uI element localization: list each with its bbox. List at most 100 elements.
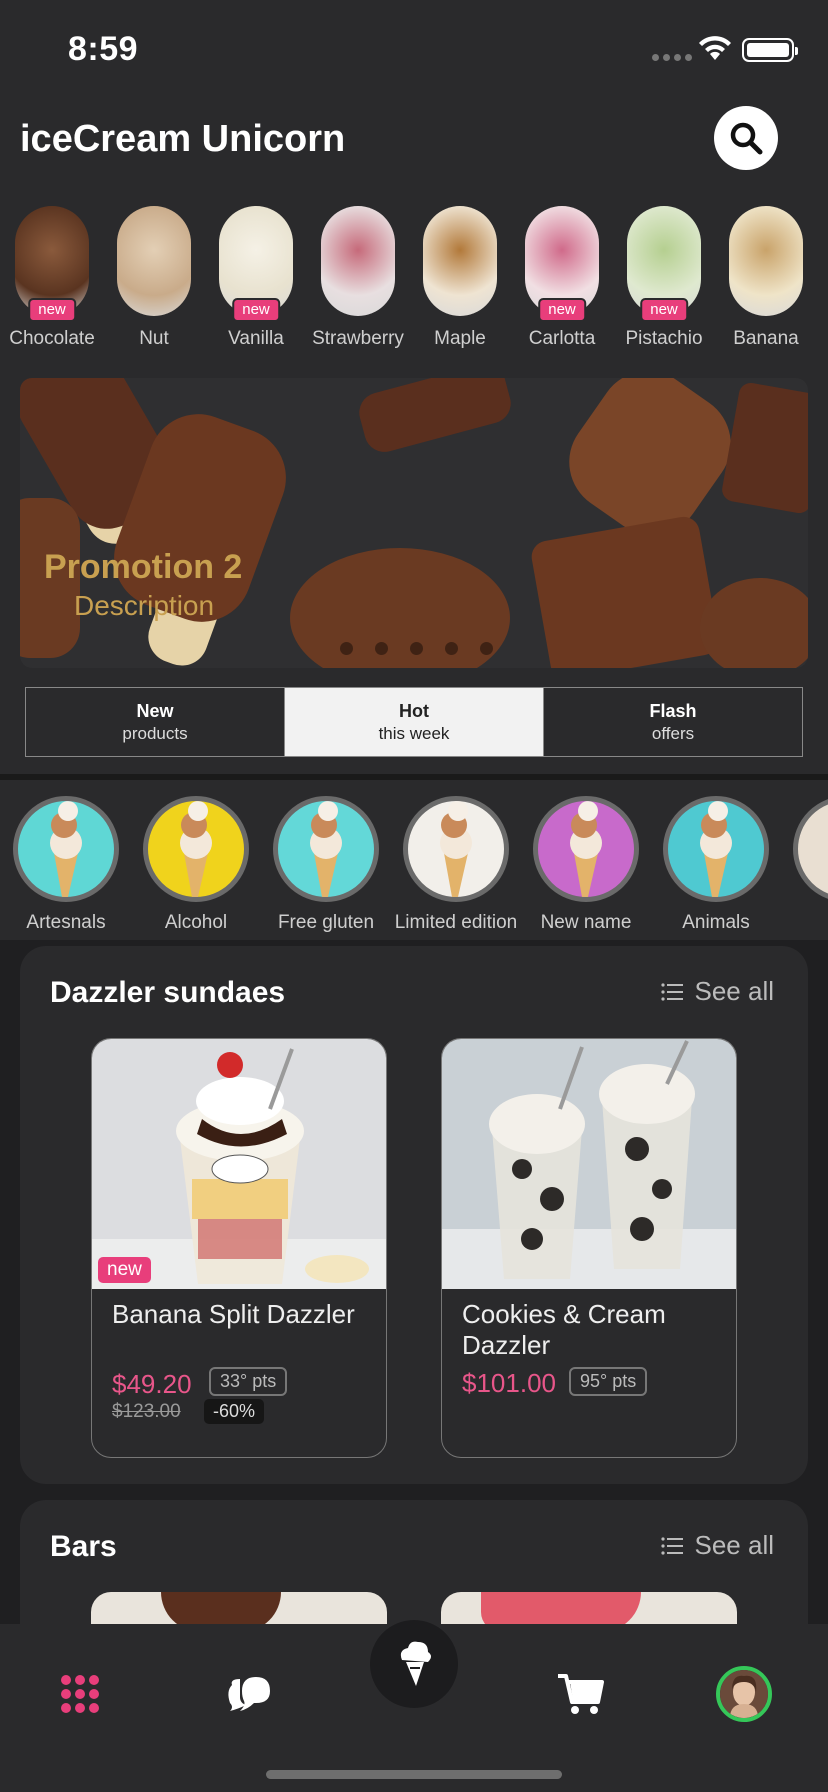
new-badge: new xyxy=(98,1257,151,1283)
category-label: M xyxy=(781,912,828,934)
flavor-carousel[interactable]: new Chocolate Nut new Vanilla Strawberry Maple… xyxy=(0,206,828,356)
list-icon xyxy=(660,1536,683,1555)
section-dazzler-sundaes: Dazzler sundaes See all new Banana Split… xyxy=(20,946,808,1484)
promo-title: Promotion 2 xyxy=(44,548,243,586)
category-image xyxy=(533,796,639,902)
flavor-label: Carlotta xyxy=(528,328,596,349)
product-card[interactable]: new Banana Split Dazzler $49.20 33° pts … xyxy=(91,1038,387,1458)
points-badge: 33° pts xyxy=(209,1367,288,1396)
category-item[interactable]: Free gluten xyxy=(261,796,391,934)
flavor-item[interactable]: Maple xyxy=(409,206,511,350)
category-label: Free gluten xyxy=(277,912,375,933)
tab-sublabel: offers xyxy=(651,724,695,743)
flavor-image xyxy=(321,206,395,316)
carousel-dot[interactable] xyxy=(375,642,388,655)
category-image xyxy=(13,796,119,902)
flavor-image xyxy=(117,206,191,316)
new-badge: new xyxy=(232,298,280,322)
tab-label: New xyxy=(136,701,174,721)
category-image xyxy=(663,796,769,902)
tab-hot-this-week[interactable]: Hot this week xyxy=(285,688,544,756)
carousel-dot[interactable] xyxy=(410,642,423,655)
flavor-item[interactable]: Nut xyxy=(103,206,205,350)
search-button[interactable] xyxy=(714,106,778,170)
points-badge: 95° pts xyxy=(569,1367,648,1396)
category-item[interactable]: Alcohol xyxy=(131,796,261,934)
product-image: new xyxy=(92,1039,386,1289)
category-image xyxy=(273,796,379,902)
promo-banner[interactable]: Promotion 2 Description xyxy=(20,378,808,668)
icecream-icon xyxy=(400,1641,431,1686)
flavor-item[interactable]: new Chocolate xyxy=(1,206,103,350)
wifi-icon xyxy=(699,36,731,60)
product-name: Cookies & Cream Dazzler xyxy=(462,1299,666,1360)
category-item[interactable]: Limited edition xyxy=(391,796,521,934)
promo-description: Description xyxy=(74,590,215,621)
flavor-label: Chocolate xyxy=(9,328,95,349)
category-image xyxy=(143,796,249,902)
carousel-dots xyxy=(340,642,493,655)
carousel-dot[interactable] xyxy=(480,642,493,655)
battery-icon xyxy=(742,38,798,62)
carousel-dot[interactable] xyxy=(445,642,458,655)
category-item[interactable]: Artesnals xyxy=(1,796,131,934)
flavor-label: Banana xyxy=(733,328,799,349)
profile-avatar xyxy=(716,1666,772,1722)
signal-icon xyxy=(652,54,692,61)
flavor-label: P xyxy=(817,328,828,350)
product-price: $101.00 xyxy=(462,1368,556,1398)
nav-icecream[interactable] xyxy=(370,1620,458,1708)
category-item[interactable]: Animals xyxy=(651,796,781,934)
flavor-label: Pistachio xyxy=(625,328,703,349)
promo-image xyxy=(20,378,808,668)
category-item[interactable]: New name xyxy=(521,796,651,934)
tab-flash-offers[interactable]: Flash offers xyxy=(544,688,802,756)
flavor-item[interactable]: new Carlotta xyxy=(511,206,613,350)
see-all-button[interactable]: See all xyxy=(660,1530,774,1561)
category-label: Alcohol xyxy=(164,912,228,933)
status-time: 8:59 xyxy=(68,30,139,68)
flavor-item[interactable]: new Pistachio xyxy=(613,206,715,350)
category-label: Artesnals xyxy=(26,912,106,933)
status-bar: 8:59 xyxy=(0,0,828,100)
new-badge: new xyxy=(640,298,688,322)
new-badge: new xyxy=(28,298,76,322)
section-title: Bars xyxy=(50,1530,117,1563)
category-image xyxy=(793,796,828,902)
category-item[interactable]: M xyxy=(781,796,828,934)
old-price: $123.00 xyxy=(112,1401,181,1422)
flavor-image xyxy=(729,206,803,316)
new-badge: new xyxy=(538,298,586,322)
search-icon xyxy=(730,122,763,155)
product-card[interactable]: Cookies & Cream Dazzler $101.00 95° pts xyxy=(441,1038,737,1458)
flavor-item[interactable]: P xyxy=(817,206,828,350)
category-label: Limited edition xyxy=(394,912,518,933)
flavor-label: Strawberry xyxy=(312,328,404,349)
flavor-label: Vanilla xyxy=(228,328,284,349)
product-image xyxy=(442,1039,736,1289)
sections-area: Dazzler sundaes See all new Banana Split… xyxy=(0,940,828,1700)
carousel-dot[interactable] xyxy=(340,642,353,655)
nav-cart[interactable] xyxy=(540,1654,620,1734)
nav-profile[interactable] xyxy=(704,1654,784,1734)
tab-new-products[interactable]: New products xyxy=(26,688,285,756)
list-icon xyxy=(660,982,683,1001)
bottom-nav xyxy=(0,1620,828,1792)
see-all-button[interactable]: See all xyxy=(660,976,774,1007)
nav-home[interactable] xyxy=(40,1654,120,1734)
nav-chat[interactable] xyxy=(208,1654,288,1734)
chat-icon xyxy=(228,1677,270,1711)
flavor-label: Nut xyxy=(139,328,169,349)
cart-icon xyxy=(558,1674,604,1714)
flavor-item[interactable]: Banana xyxy=(715,206,817,350)
app-title: iceCream Unicorn xyxy=(20,118,346,160)
product-price: $49.20 xyxy=(112,1369,192,1399)
tab-sublabel: products xyxy=(122,724,188,743)
flavor-image xyxy=(423,206,497,316)
product-tabs: New products Hot this week Flash offers xyxy=(25,687,803,757)
category-image xyxy=(403,796,509,902)
flavor-item[interactable]: new Vanilla xyxy=(205,206,307,350)
flavor-item[interactable]: Strawberry xyxy=(307,206,409,350)
tab-label: Hot xyxy=(399,701,429,721)
category-carousel[interactable]: Artesnals Alcohol Free gluten Limited editi… xyxy=(0,782,828,940)
